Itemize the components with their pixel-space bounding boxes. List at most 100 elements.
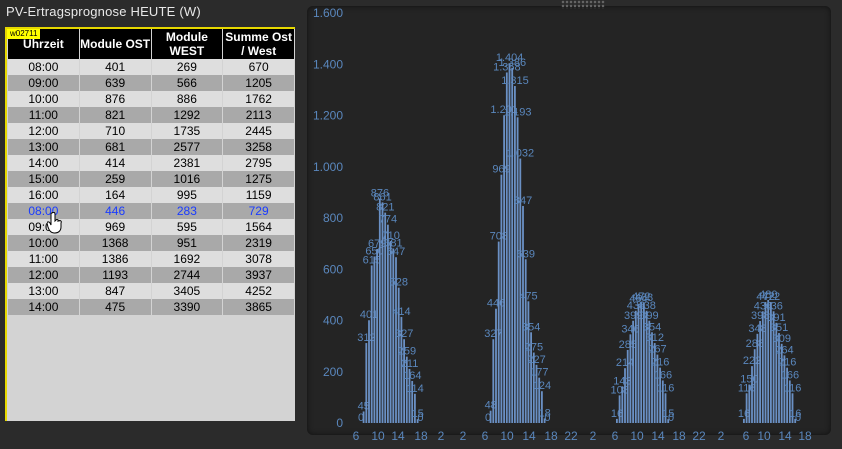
bar-value-label: 0 xyxy=(417,412,423,424)
y-tick-label: 800 xyxy=(323,211,343,225)
y-tick-label: 0 xyxy=(336,416,343,430)
y-tick-label: 1.200 xyxy=(313,109,343,123)
bar xyxy=(497,241,500,423)
x-tick-label: 18 xyxy=(544,429,558,443)
bar-value-label: 275 xyxy=(525,342,543,354)
bar xyxy=(505,72,508,423)
x-tick-label: 18 xyxy=(672,429,686,443)
bar-value-label: 348 xyxy=(748,323,766,335)
y-tick-label: 400 xyxy=(323,314,343,328)
bar-value-label: 288 xyxy=(746,338,764,350)
bar-value-label: 114 xyxy=(406,383,424,395)
bar xyxy=(751,366,753,423)
bar-value-label: 0 xyxy=(544,412,550,424)
bar-value-label: 143 xyxy=(613,375,631,387)
bar-value-label: 436 xyxy=(765,300,783,312)
bar-value-label: 309 xyxy=(773,333,791,345)
x-tick-label: 10 xyxy=(630,429,644,443)
bar xyxy=(495,308,497,423)
bar xyxy=(516,117,519,423)
bar-value-label: 327 xyxy=(395,328,413,340)
bar-value-label: 216 xyxy=(778,357,796,369)
bar-value-label: 647 xyxy=(387,246,405,258)
y-tick-label: 200 xyxy=(323,365,343,379)
bar-value-label: 216 xyxy=(651,357,669,369)
bar-value-label: 1.386 xyxy=(499,57,527,69)
bar-value-label: 124 xyxy=(533,380,551,392)
bar-value-label: 267 xyxy=(648,344,666,356)
bar-value-label: 285 xyxy=(619,339,637,351)
bar xyxy=(389,241,392,423)
x-tick-label: 22 xyxy=(564,429,578,443)
x-tick-label: 18 xyxy=(414,429,428,443)
bar xyxy=(522,205,524,423)
version-badge: w02711 xyxy=(7,29,41,39)
bar-value-label: 446 xyxy=(487,298,505,310)
bar-value-label: 116 xyxy=(657,382,675,394)
bar xyxy=(378,198,381,423)
bar-value-label: 969 xyxy=(492,164,510,176)
bar-value-label: 211 xyxy=(401,358,419,370)
bar-value-label: 528 xyxy=(390,277,408,289)
bar-value-label: 821 xyxy=(376,202,394,214)
bar xyxy=(621,386,624,423)
bar xyxy=(370,265,373,423)
bar xyxy=(753,349,756,423)
x-tick-label: 2 xyxy=(590,429,597,443)
x-tick-label: 10 xyxy=(500,429,514,443)
bar xyxy=(514,86,516,423)
bar-value-label: 259 xyxy=(398,346,416,358)
bar-value-label: 1.032 xyxy=(507,148,535,160)
bar-value-label: 45 xyxy=(358,400,370,412)
bar-value-label: 214 xyxy=(616,357,634,369)
bar xyxy=(637,304,640,423)
bar-value-label: 774 xyxy=(379,214,397,226)
x-tick-label: 10 xyxy=(757,429,771,443)
x-tick-label: 6 xyxy=(612,429,619,443)
bar-value-label: 166 xyxy=(654,369,672,381)
x-tick-label: 14 xyxy=(522,429,536,443)
bar xyxy=(632,320,634,423)
bar-value-label: 1.193 xyxy=(504,106,532,118)
x-tick-label: 6 xyxy=(482,429,489,443)
bar xyxy=(764,302,767,423)
hand-cursor-icon xyxy=(47,212,62,234)
bar xyxy=(362,411,365,423)
bar-value-label: 312 xyxy=(357,332,375,344)
bar-value-label: 0 xyxy=(795,412,801,424)
y-tick-label: 1.400 xyxy=(313,57,343,71)
bar xyxy=(634,310,637,423)
bar xyxy=(392,248,395,423)
bar-value-label: 312 xyxy=(646,332,664,344)
x-tick-label: 2 xyxy=(460,429,467,443)
bar-value-label: 16 xyxy=(611,408,623,420)
bar xyxy=(373,256,376,423)
y-tick-label: 1.600 xyxy=(313,6,343,20)
bar-value-label: 150 xyxy=(740,374,758,386)
bar-value-label: 847 xyxy=(514,195,532,207)
bar-value-label: 177 xyxy=(530,367,548,379)
bar-value-label: 1.315 xyxy=(501,75,529,87)
bar-value-label: 16 xyxy=(738,408,750,420)
bar xyxy=(748,384,751,423)
bar-value-label: 166 xyxy=(781,369,799,381)
bar-value-label: 346 xyxy=(621,323,639,335)
bar-value-label: 222 xyxy=(743,355,761,367)
bar-value-label: 639 xyxy=(517,248,535,260)
bar-value-label: 164 xyxy=(403,370,421,382)
bar xyxy=(761,311,764,423)
bar-value-label: 327 xyxy=(484,328,502,340)
bar-value-label: 399 xyxy=(640,310,658,322)
bar xyxy=(492,339,495,423)
bar-value-label: 264 xyxy=(775,344,793,356)
y-tick-label: 600 xyxy=(323,262,343,276)
bar xyxy=(489,410,492,423)
bar xyxy=(376,249,378,423)
bar xyxy=(511,67,514,424)
y-tick-label: 1.000 xyxy=(313,160,343,174)
x-tick-label: 2 xyxy=(718,429,725,443)
x-tick-label: 10 xyxy=(371,429,385,443)
bar xyxy=(368,320,370,423)
x-tick-label: 18 xyxy=(798,429,812,443)
bar xyxy=(503,115,505,424)
